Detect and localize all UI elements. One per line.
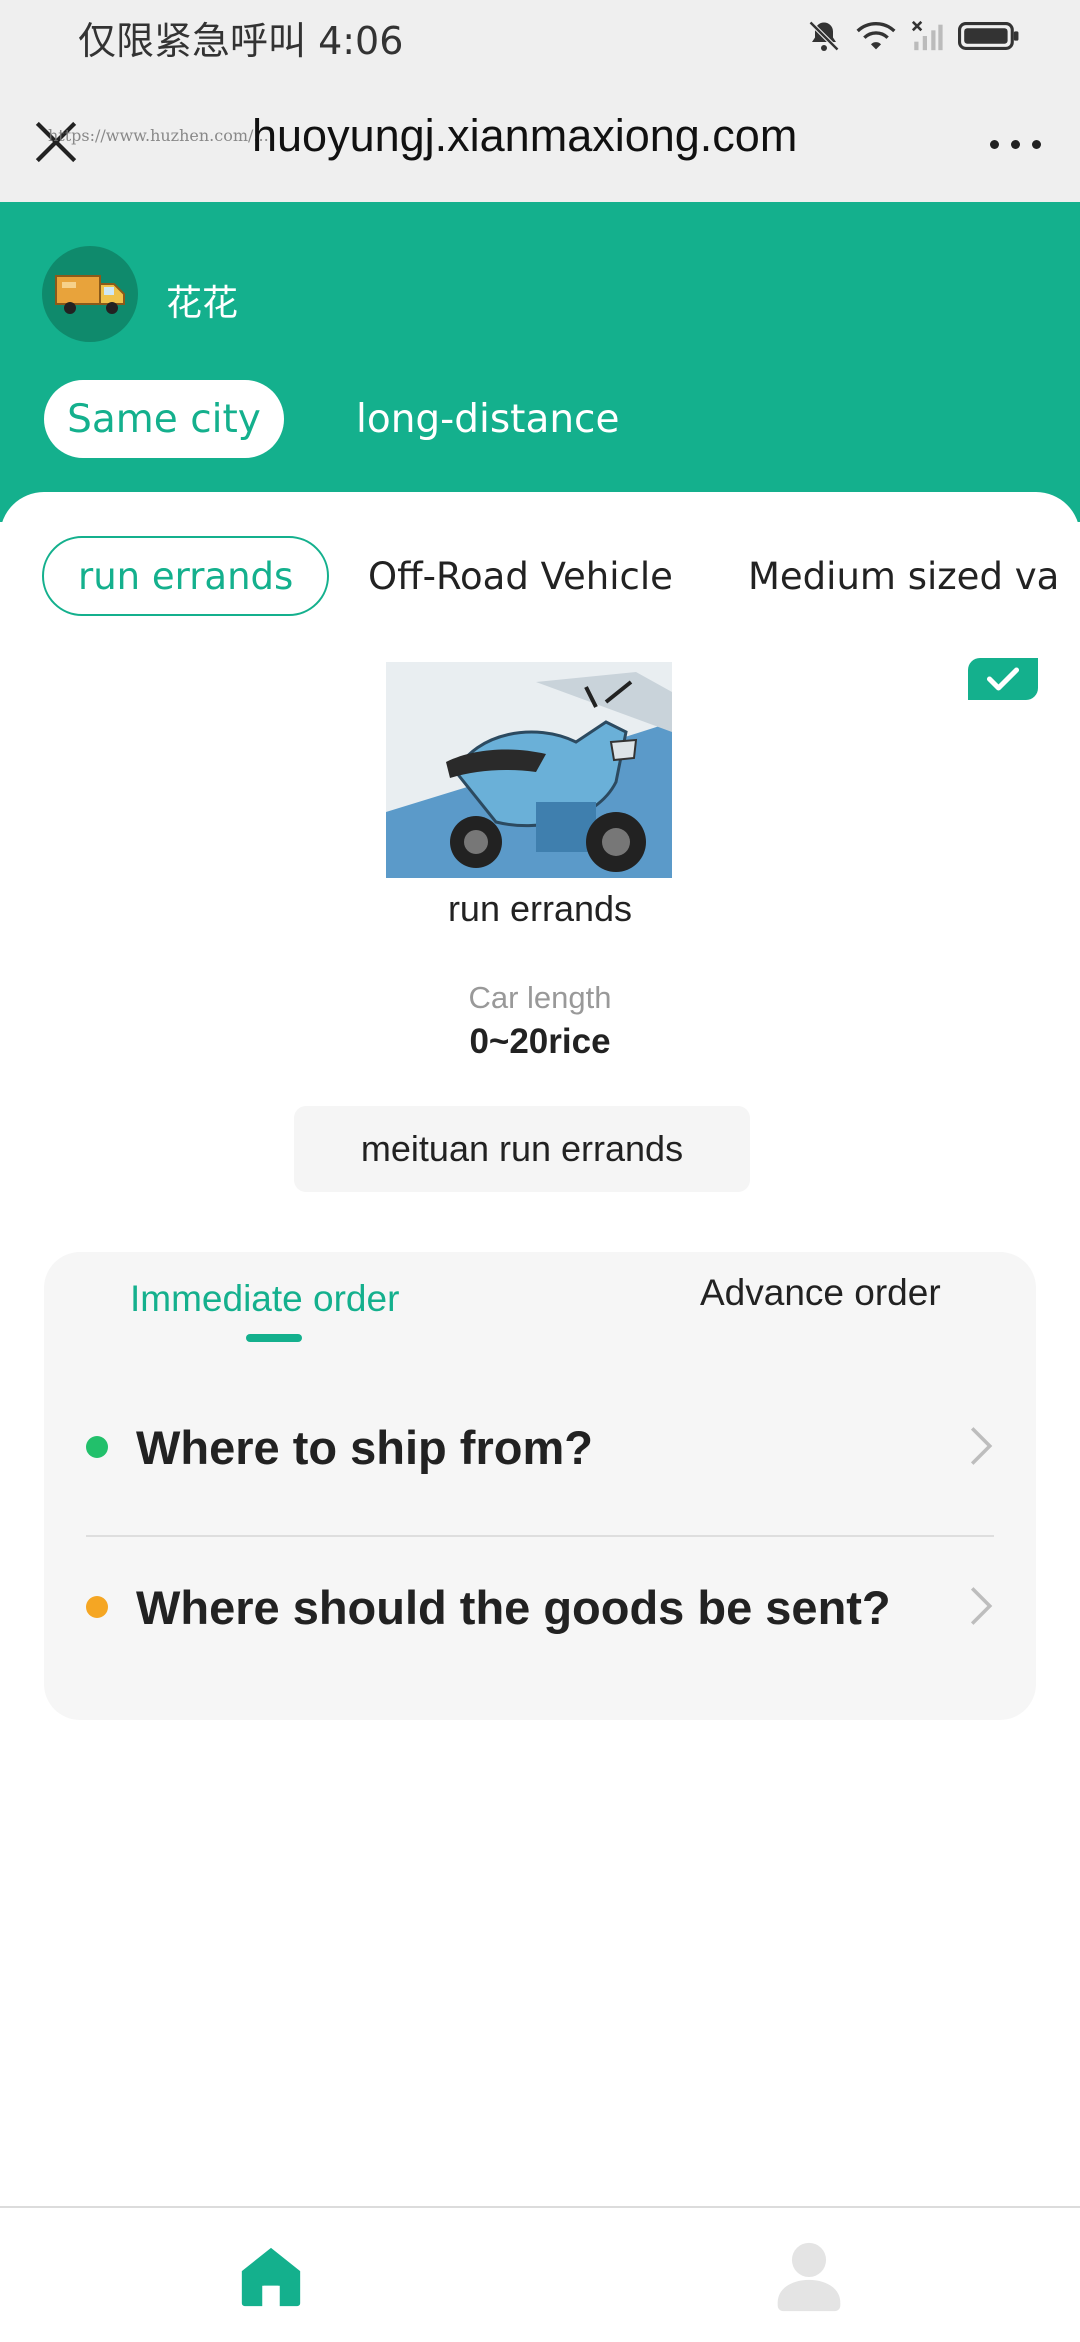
status-icons [806,16,1020,56]
ship-from-row[interactable]: Where to ship from? [44,1398,1036,1498]
more-dots-icon[interactable] [980,132,1050,156]
watermark-text: https://www.huzhen.com/... [48,126,269,145]
truck-icon [55,275,125,314]
profile-icon[interactable] [774,2240,844,2314]
mute-bell-icon [808,20,840,52]
chevron-right-icon [970,1587,993,1625]
divider [86,1535,994,1537]
home-icon[interactable] [236,2242,306,2312]
header: 花花 Same city long-distance [0,202,1080,522]
bottom-nav [0,2206,1080,2342]
status-bar: 仅限紧急呼叫 4:06 [0,0,1080,72]
vehicle-type-off-road[interactable]: Off-Road Vehicle [368,536,673,616]
tab-advance-order[interactable]: Advance order [700,1272,941,1314]
vehicle-name: run errands [447,888,633,929]
car-length-value: 0~20rice [469,1022,611,1061]
status-time: 仅限紧急呼叫 4:06 [78,19,404,63]
car-length-label: Car length [468,980,612,1015]
browser-bar: https://www.huzhen.com/... huoyungj.xian… [0,72,1080,202]
order-panel: Immediate order Advance order Where to s… [44,1252,1036,1720]
ship-from-prompt: Where to ship from? [136,1421,593,1474]
ship-to-prompt: Where should the goods be sent? [136,1581,891,1634]
page-url: huoyungj.xianmaxiong.com [252,110,798,161]
destination-dot-icon [86,1596,108,1618]
vehicle-type-medium-van[interactable]: Medium sized va [748,536,1080,616]
username: 花花 [166,283,239,324]
tab-immediate-order[interactable]: Immediate order [130,1278,399,1320]
tab-same-city[interactable]: Same city [44,380,284,458]
service-tag[interactable]: meituan run errands [294,1106,750,1192]
avatar[interactable] [42,246,138,342]
active-tab-indicator [246,1334,302,1342]
wifi-icon [856,22,896,50]
tab-long-distance[interactable]: long-distance [356,380,620,458]
origin-dot-icon [86,1436,108,1458]
battery-icon [958,22,1019,50]
vehicle-image [386,662,672,878]
selected-check-icon [968,658,1038,700]
ship-to-row[interactable]: Where should the goods be sent? [44,1558,1036,1658]
vehicle-type-run-errands[interactable]: run errands [42,536,330,616]
no-signal-icon [911,20,943,51]
chevron-right-icon [970,1427,993,1465]
